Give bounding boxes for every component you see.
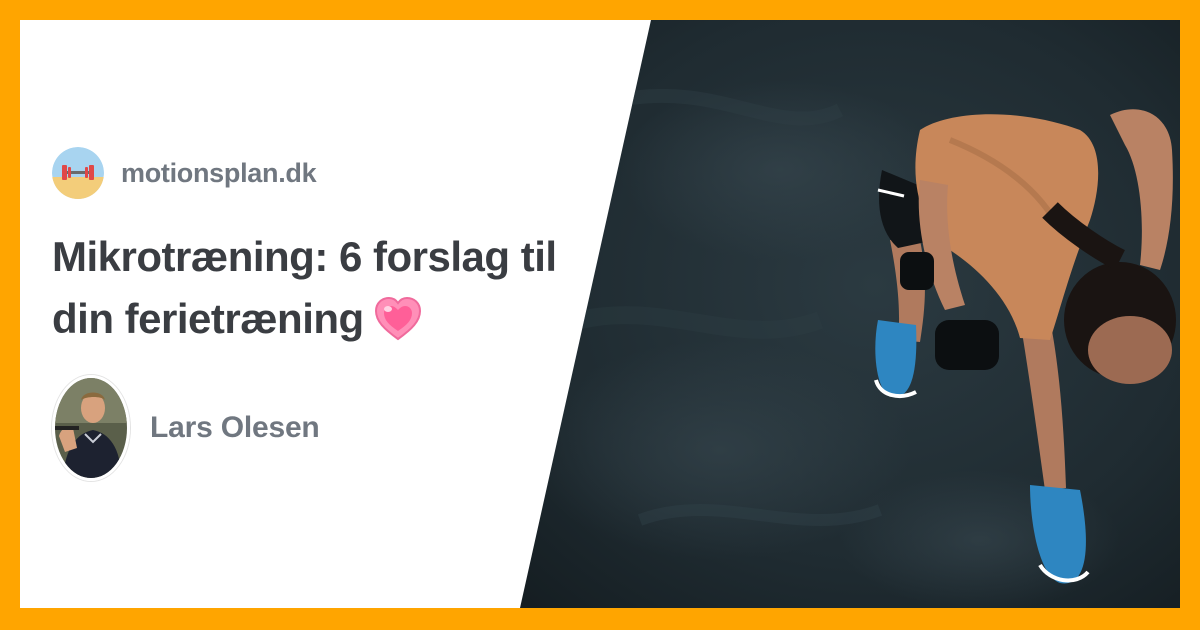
author-avatar — [52, 375, 130, 481]
article-title-line-2: din ferietræning — [52, 295, 364, 342]
og-image-frame: motionsplan.dk Mikrotræning: 6 forslag t… — [0, 0, 1200, 630]
barbell-logo-icon — [52, 147, 104, 199]
author-name: Lars Olesen — [150, 411, 320, 444]
og-card: motionsplan.dk Mikrotræning: 6 forslag t… — [20, 20, 1180, 608]
author-byline[interactable]: Lars Olesen — [52, 375, 320, 481]
article-title[interactable]: Mikrotræning: 6 forslag til din ferietræ… — [52, 226, 592, 350]
article-title-line-1: Mikrotræning: 6 forslag til — [52, 233, 557, 280]
pink-heart-icon — [374, 297, 421, 341]
site-branding[interactable]: motionsplan.dk — [52, 147, 317, 199]
site-name: motionsplan.dk — [121, 157, 317, 188]
article-title-line-2-wrap: din ferietræning — [52, 288, 592, 350]
